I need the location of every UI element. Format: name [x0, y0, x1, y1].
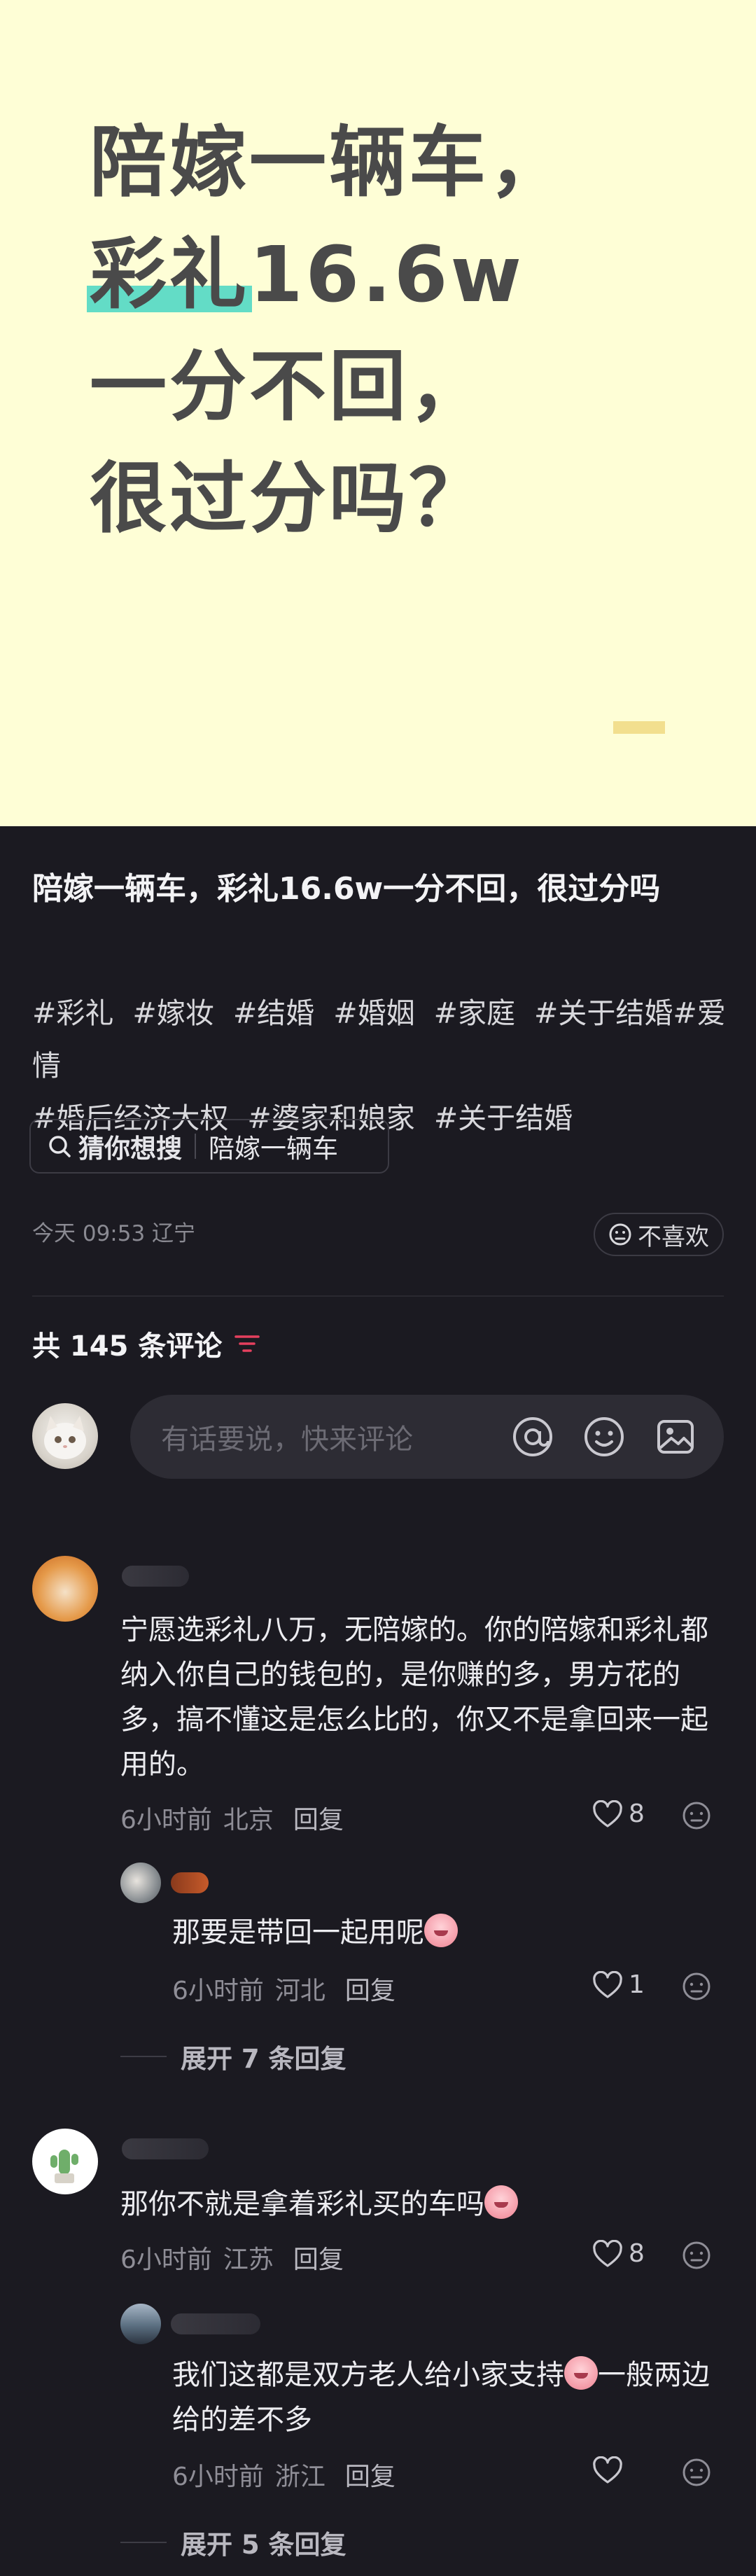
- comment-meta: 6小时前 河北 回复: [172, 1970, 396, 2007]
- my-avatar: [32, 1403, 98, 1469]
- post-title: 陪嫁一辆车，彩礼16.6w一分不回，很过分吗: [32, 871, 661, 907]
- cover-line-3: 一分不回，: [90, 342, 489, 431]
- crying-emoji-icon: [484, 2185, 518, 2219]
- expand-label: 展开 5 条回复: [181, 2530, 346, 2560]
- comment-meta: 6小时前 江苏 回复: [120, 2239, 344, 2276]
- guess-search-button[interactable]: 猜你想搜 陪嫁一辆车: [29, 1119, 389, 1174]
- tag-link[interactable]: #结婚: [233, 996, 314, 1030]
- reply-button[interactable]: 回复: [293, 2239, 344, 2276]
- expand-replies-button[interactable]: 展开 7 条回复: [120, 2038, 346, 2075]
- like-button[interactable]: 8: [592, 1799, 645, 1828]
- comment-location: 江苏: [223, 2246, 274, 2274]
- reply-text: 那要是带回一起用呢: [172, 1916, 424, 1949]
- avatar[interactable]: [32, 2129, 98, 2194]
- like-button[interactable]: 1: [592, 1970, 645, 1999]
- heart-icon: [593, 1799, 622, 1827]
- comment-count: 共 145 条评论: [32, 1323, 260, 1364]
- cover-amount-text: 16.6w: [249, 230, 525, 319]
- crying-emoji-icon: [564, 2356, 598, 2390]
- tag-link[interactable]: #婚姻: [333, 996, 414, 1030]
- like-button[interactable]: 8: [592, 2239, 645, 2268]
- cover-decoration: [613, 721, 665, 734]
- avatar[interactable]: [120, 2304, 161, 2344]
- expand-label: 展开 7 条回复: [181, 2044, 346, 2074]
- at-icon[interactable]: [510, 1414, 556, 1460]
- sad-face-icon: [609, 1223, 631, 1246]
- guess-query: 陪嫁一辆车: [209, 1134, 338, 1164]
- dislike-label: 不喜欢: [638, 1223, 709, 1251]
- tag-link[interactable]: #嫁妆: [132, 996, 214, 1030]
- guess-label: 猜你想搜: [78, 1134, 182, 1164]
- like-button[interactable]: [592, 2456, 629, 2484]
- cover-highlight-text: 彩礼: [90, 230, 249, 319]
- comment-meta: 6小时前 北京 回复: [120, 1799, 344, 1836]
- emoji-icon[interactable]: [581, 1414, 627, 1460]
- like-count: 1: [629, 1970, 645, 1999]
- divider: [120, 2056, 167, 2057]
- cover-line-1: 陪嫁一辆车，: [90, 118, 568, 207]
- like-count: 8: [629, 1799, 645, 1828]
- dislike-icon[interactable]: [682, 2458, 711, 2487]
- dislike-icon[interactable]: [682, 1972, 711, 2001]
- tag-link[interactable]: #家庭: [434, 996, 515, 1030]
- reply-button[interactable]: 回复: [345, 2456, 396, 2493]
- tag-link[interactable]: #彩礼: [32, 996, 113, 1030]
- reply-button[interactable]: 回复: [345, 1970, 396, 2007]
- sort-icon[interactable]: [234, 1333, 260, 1354]
- cover-image[interactable]: 陪嫁一辆车， 彩礼16.6w 一分不回， 很过分吗？: [0, 0, 756, 826]
- dislike-icon[interactable]: [682, 2241, 711, 2270]
- comment-text: 那要是带回一起用呢: [172, 1910, 718, 1955]
- comment-location: 北京: [223, 1806, 274, 1834]
- username-blurred[interactable]: [122, 1566, 189, 1587]
- comment-time: 6小时前: [120, 1806, 212, 1834]
- crying-emoji-icon: [424, 1914, 458, 1947]
- comment-count-text: 共 145 条评论: [32, 1330, 223, 1363]
- comment-location: 浙江: [274, 2463, 326, 2491]
- tag-link[interactable]: #关于结婚: [434, 1101, 573, 1135]
- divider: [120, 2542, 167, 2543]
- heart-icon: [593, 2456, 622, 2484]
- avatar[interactable]: [32, 1556, 98, 1622]
- avatar[interactable]: [120, 1863, 161, 1903]
- username-blurred[interactable]: [171, 2313, 260, 2334]
- cover-line-4: 很过分吗？: [90, 454, 489, 543]
- comment-input[interactable]: 有话要说，快来评论: [130, 1395, 724, 1479]
- comment-input-placeholder: 有话要说，快来评论: [161, 1423, 413, 1456]
- comment-time: 6小时前: [172, 1977, 264, 2005]
- comment-time: 6小时前: [120, 2246, 212, 2274]
- reply-text-part-1: 我们这都是双方老人给小家支持: [172, 2359, 564, 2391]
- heart-icon: [593, 1970, 622, 1998]
- dislike-button[interactable]: 不喜欢: [594, 1213, 724, 1256]
- comment-time: 6小时前: [172, 2463, 264, 2491]
- reply-button[interactable]: 回复: [293, 1799, 344, 1836]
- post-meta: 今天 09:53 辽宁: [32, 1221, 196, 1246]
- expand-replies-button[interactable]: 展开 5 条回复: [120, 2523, 346, 2561]
- search-icon: [49, 1136, 71, 1157]
- divider: [195, 1134, 196, 1159]
- username-blurred[interactable]: [122, 2138, 209, 2159]
- comment-text: 宁愿选彩礼八万，无陪嫁的。你的陪嫁和彩礼都纳入你自己的钱包的，是你赚的多，男方花…: [120, 1614, 708, 1781]
- comment-location: 河北: [274, 1977, 326, 2005]
- like-count: 8: [629, 2239, 645, 2268]
- cover-line-2: 彩礼16.6w: [87, 211, 525, 323]
- comment-text: 那你不就是拿着彩礼买的车吗: [120, 2182, 713, 2227]
- heart-icon: [593, 2239, 622, 2267]
- username-blurred[interactable]: [171, 1872, 209, 1893]
- comment-text-body: 那你不就是拿着彩礼买的车吗: [120, 2188, 484, 2220]
- dislike-icon[interactable]: [682, 1801, 711, 1830]
- image-icon[interactable]: [652, 1414, 699, 1460]
- section-divider: [32, 1295, 724, 1297]
- comment-text: 我们这都是双方老人给小家支持 一般两边给的差不多: [172, 2353, 718, 2442]
- comment-meta: 6小时前 浙江 回复: [172, 2456, 396, 2493]
